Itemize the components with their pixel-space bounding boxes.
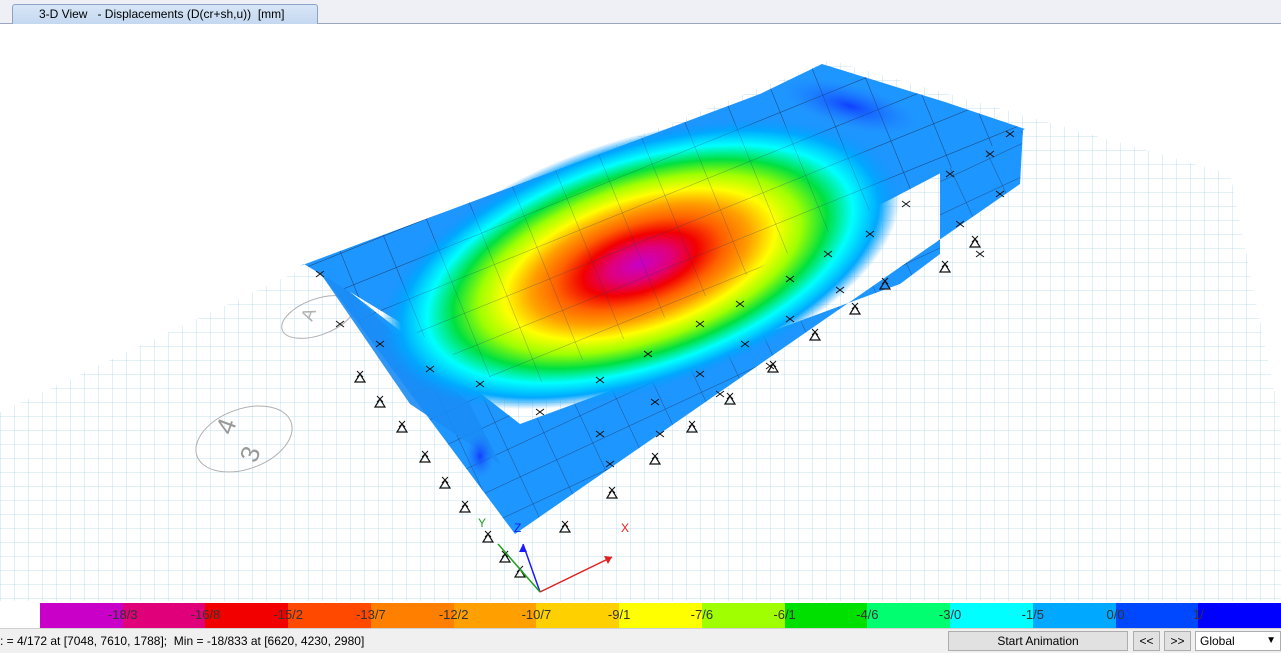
coordinate-system-value: Global — [1200, 634, 1235, 648]
legend-label: -9/1 — [607, 607, 631, 622]
axis-z-label: Z — [514, 521, 521, 535]
chevron-down-icon: ▼ — [1266, 635, 1276, 646]
legend-label: -3/0 — [938, 607, 962, 622]
coordinate-system-select[interactable]: Global ▼ — [1195, 631, 1281, 651]
model-viewport[interactable]: A 3 4 X Z Y — [0, 24, 1281, 601]
status-bar: : = 4/172 at [7048, 7610, 1788]; Min = -… — [0, 628, 1281, 653]
legend-color-segment — [1115, 603, 1200, 628]
contour-legend: -18/3 -16/8 -15/2 -13/7 -12/2 -10/7 -9/1 -7/6 -6… — [40, 603, 1281, 628]
next-step-button[interactable]: >> — [1164, 631, 1191, 651]
legend-label: -6/1 — [773, 607, 796, 622]
status-min-max-text: : = 4/172 at [7048, 7610, 1788]; Min = -… — [0, 634, 365, 648]
legend-label: -7/6 — [690, 607, 714, 622]
legend-label: -10/7 — [521, 607, 552, 622]
legend-label: -12/2 — [438, 607, 469, 622]
axis-y-label: Y — [478, 516, 486, 530]
previous-step-button[interactable]: << — [1133, 631, 1160, 651]
legend-label: -13/7 — [356, 607, 386, 622]
legend-color-segment — [1198, 603, 1281, 628]
tab-bar: 3-D View - Displacements (D(cr+sh,u)) [m… — [0, 0, 1281, 24]
axis-x-label: X — [621, 521, 629, 535]
legend-label: -1/5 — [1021, 607, 1044, 622]
legend-label: -18/3 — [107, 607, 138, 622]
legend-label: -15/2 — [273, 607, 304, 622]
legend-label: -16/8 — [190, 607, 221, 622]
tab-3d-view[interactable]: 3-D View - Displacements (D(cr+sh,u)) [m… — [12, 4, 318, 24]
legend-label: 0/0 — [1106, 607, 1125, 622]
legend-label: -4/6 — [856, 607, 879, 622]
start-animation-button[interactable]: Start Animation — [948, 631, 1128, 651]
legend-label: 1/ — [1192, 607, 1204, 622]
legend-color-segment — [1032, 603, 1117, 628]
